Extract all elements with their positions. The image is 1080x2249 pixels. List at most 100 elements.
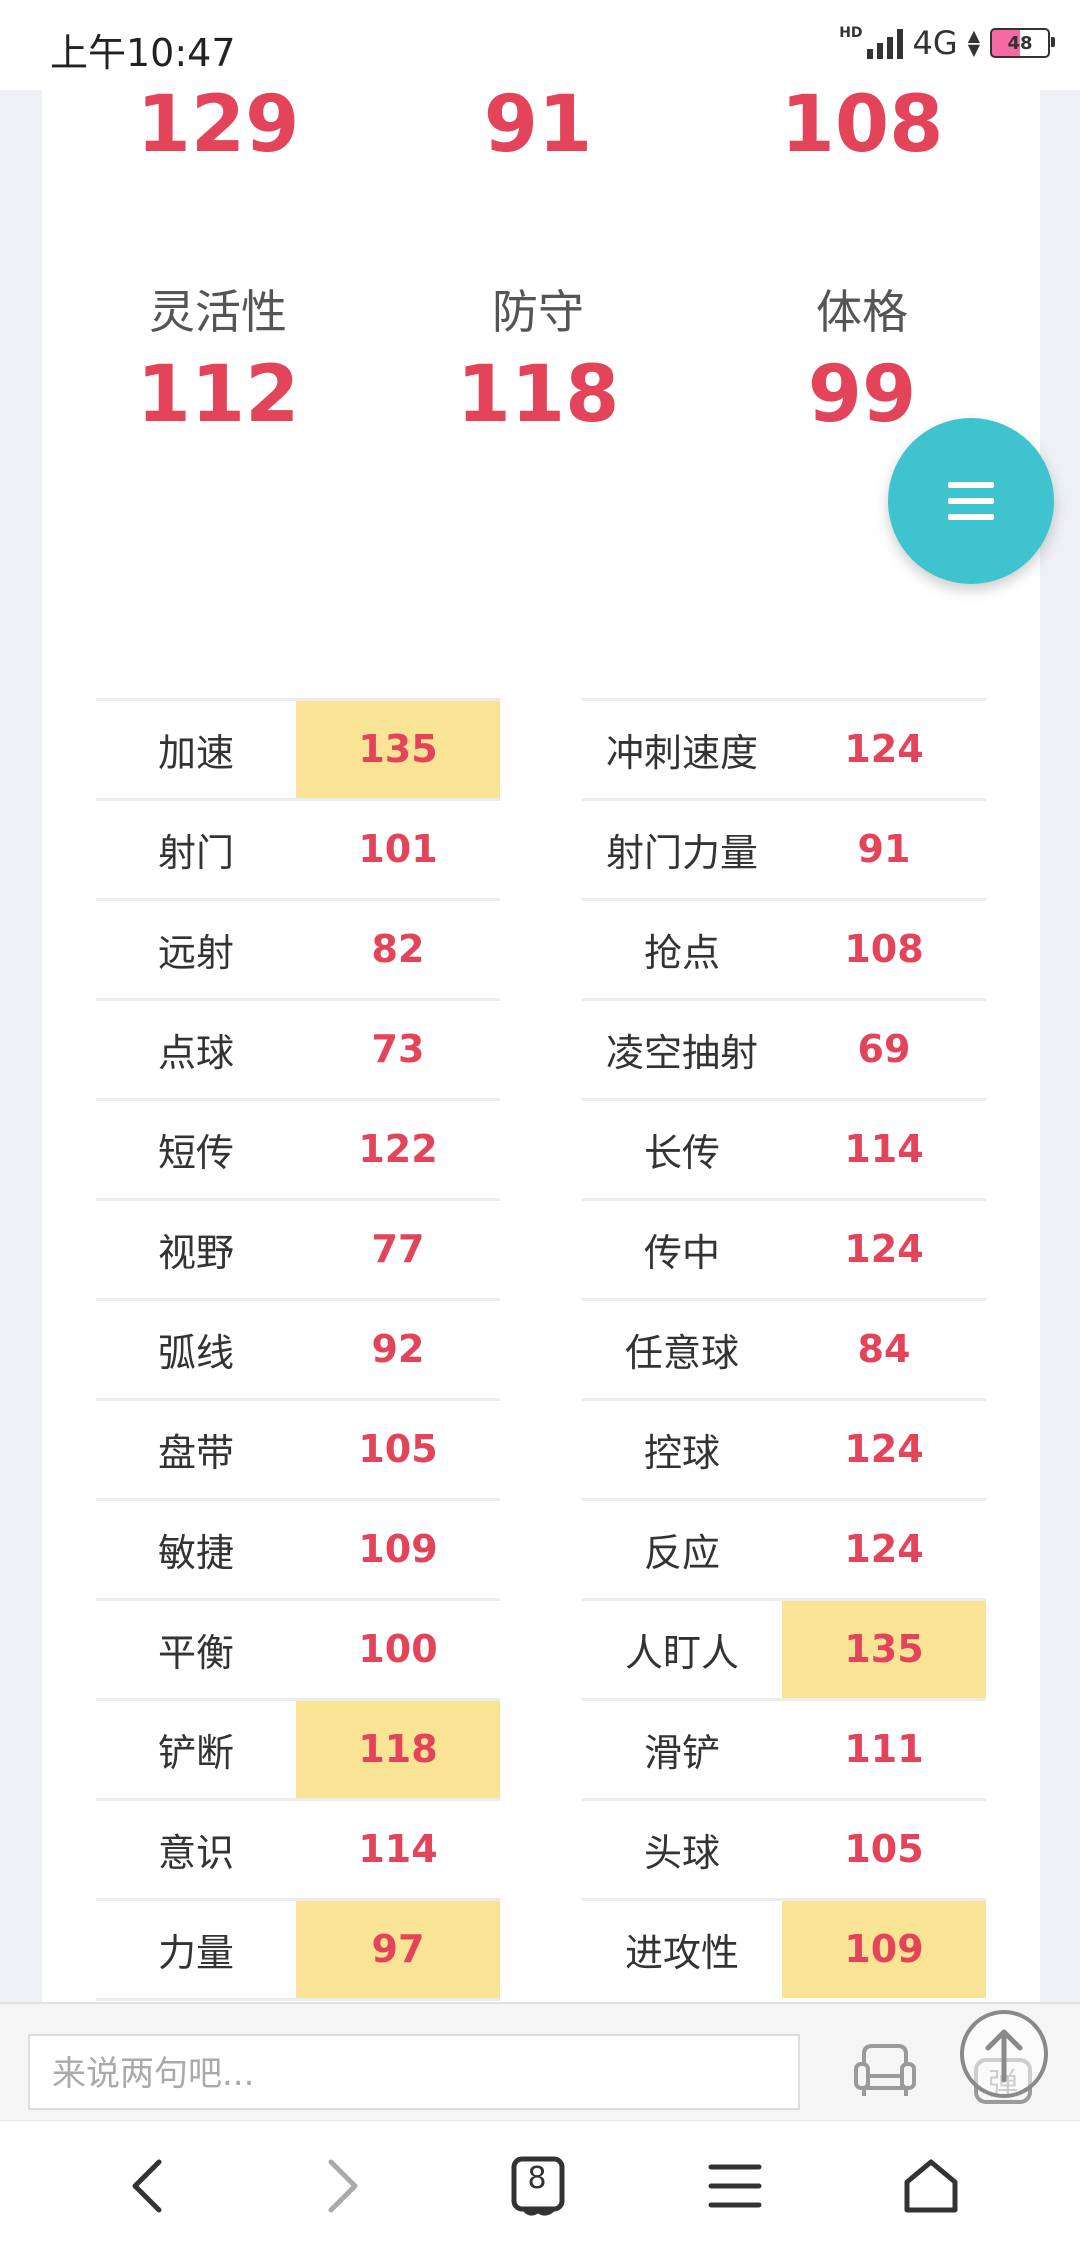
attribute-name: 滑铲: [643, 1731, 720, 1775]
attribute-row: 传中 124: [582, 1198, 986, 1298]
attribute-value: 84: [857, 1327, 911, 1371]
summary-value: 118: [456, 350, 620, 440]
attribute-name: 射门力量: [605, 831, 758, 875]
chevron-left-icon: [132, 2159, 162, 2213]
back-button[interactable]: [112, 2151, 182, 2221]
network-type: 4G: [912, 24, 958, 62]
attribute-name: 铲断: [157, 1731, 234, 1775]
attribute-value: 101: [358, 827, 438, 871]
menu-fab-button[interactable]: [888, 418, 1054, 584]
attribute-value: 77: [371, 1227, 425, 1271]
attribute-value: 124: [844, 1527, 924, 1571]
menu-button[interactable]: [700, 2151, 770, 2221]
attribute-name: 意识: [157, 1831, 234, 1875]
attribute-row: 射门 101: [96, 798, 500, 898]
attribute-row: 长传 114: [582, 1098, 986, 1198]
home-icon: [904, 2159, 958, 2213]
attribute-row: 进攻性 109: [582, 1898, 986, 1998]
attribute-row: 意识 114: [96, 1798, 500, 1898]
sofa-icon[interactable]: [852, 2042, 918, 2100]
attribute-name: 反应: [643, 1531, 720, 1575]
chevron-right-icon: [328, 2159, 358, 2213]
attribute-name: 长传: [643, 1131, 720, 1175]
forward-button[interactable]: [308, 2151, 378, 2221]
attribute-value: 124: [844, 1427, 924, 1471]
attribute-row: 远射 82: [96, 898, 500, 998]
attribute-row: 射门力量 91: [582, 798, 986, 898]
bottom-nav: 8: [0, 2120, 1080, 2249]
attribute-value: 135: [782, 1601, 986, 1698]
attribute-row: 力量 97: [96, 1898, 500, 1998]
attribute-name: 人盯人: [624, 1631, 739, 1675]
attribute-row: 短传 122: [96, 1098, 500, 1198]
attribute-value: 92: [371, 1327, 425, 1371]
summary-value: 129: [136, 80, 300, 170]
data-arrows-icon: ▲ ▼: [967, 26, 980, 59]
attribute-value: 135: [296, 701, 500, 798]
attribute-value: 82: [371, 927, 425, 971]
attribute-value: 108: [844, 927, 924, 971]
menu-icon: [708, 2164, 762, 2208]
attribute-name: 控球: [643, 1431, 720, 1475]
attribute-name: 短传: [157, 1131, 234, 1175]
summary-label: 灵活性: [149, 285, 287, 339]
attribute-value: 91: [857, 827, 911, 871]
tab-count: 8: [527, 2161, 547, 2196]
attribute-value: 122: [358, 1127, 438, 1171]
status-bar: 上午10:47 HD 4G ▲ ▼ 48: [0, 0, 1080, 90]
attribute-row: 敏捷 109: [96, 1498, 500, 1598]
attribute-row: 平衡 100: [96, 1598, 500, 1698]
attribute-value: 109: [782, 1901, 986, 1998]
right-attributes-table: 冲刺速度 124 射门力量 91 抢点 108 凌空抽射 69 长传 114 传中 124 任意球 84 控…: [582, 698, 986, 1998]
attribute-name: 任意球: [624, 1331, 739, 1375]
attribute-name: 点球: [157, 1031, 234, 1075]
attribute-row: 任意球 84: [582, 1298, 986, 1398]
comment-input[interactable]: 来说两句吧...: [28, 2034, 800, 2110]
attribute-value: 114: [358, 1827, 438, 1871]
attribute-name: 抢点: [643, 931, 720, 975]
attribute-value: 109: [358, 1527, 438, 1571]
attribute-value: 105: [844, 1827, 924, 1871]
attribute-row: 滑铲 111: [582, 1698, 986, 1798]
attribute-value: 69: [857, 1027, 911, 1071]
attribute-value: 73: [371, 1027, 425, 1071]
summary-label: 体格: [816, 285, 908, 339]
attribute-name: 力量: [157, 1931, 234, 1975]
home-button[interactable]: [896, 2151, 966, 2221]
comment-bar: 来说两句吧... 弹: [0, 2002, 1080, 2122]
attribute-name: 凌空抽射: [605, 1031, 758, 1075]
status-time: 上午10:47: [50, 31, 236, 75]
attribute-value: 111: [844, 1727, 924, 1771]
attribute-value: 114: [844, 1127, 924, 1171]
battery-level: 48: [1007, 32, 1033, 54]
summary-label: 防守: [492, 285, 584, 339]
attribute-value: 105: [358, 1427, 438, 1471]
danmu-icon[interactable]: 弹: [958, 2008, 1050, 2104]
attribute-row: 加速 135: [96, 698, 500, 798]
attribute-row: 盘带 105: [96, 1398, 500, 1498]
attribute-row: 控球 124: [582, 1398, 986, 1498]
left-attributes-table: 加速 135 射门 101 远射 82 点球 73 短传 122 视野 77 弧线 92 盘带 105 敏捷 10…: [96, 698, 500, 2098]
signal-icon: [866, 27, 903, 59]
attribute-value: 124: [844, 727, 924, 771]
attribute-row: 头球 105: [582, 1798, 986, 1898]
attribute-row: 人盯人 135: [582, 1598, 986, 1698]
attribute-row: 抢点 108: [582, 898, 986, 998]
attribute-value: 97: [296, 1901, 500, 1998]
hamburger-icon: [948, 482, 994, 520]
attribute-value: 124: [844, 1227, 924, 1271]
attribute-row: 弧线 92: [96, 1298, 500, 1398]
attribute-row: 反应 124: [582, 1498, 986, 1598]
attribute-name: 盘带: [157, 1431, 234, 1475]
attribute-name: 冲刺速度: [605, 731, 758, 775]
attribute-name: 敏捷: [157, 1531, 234, 1575]
attribute-name: 平衡: [157, 1631, 234, 1675]
attribute-row: 凌空抽射 69: [582, 998, 986, 1098]
attribute-row: 点球 73: [96, 998, 500, 1098]
player-stats-card: 129 91 108 灵活性 防守 体格 112 118 99 加速 135 射门 1…: [42, 80, 1040, 2075]
attribute-name: 远射: [157, 931, 234, 975]
attribute-row: 铲断 118: [96, 1698, 500, 1798]
attribute-value: 100: [358, 1627, 438, 1671]
attribute-row: 视野 77: [96, 1198, 500, 1298]
tabs-button[interactable]: 8: [504, 2151, 574, 2221]
